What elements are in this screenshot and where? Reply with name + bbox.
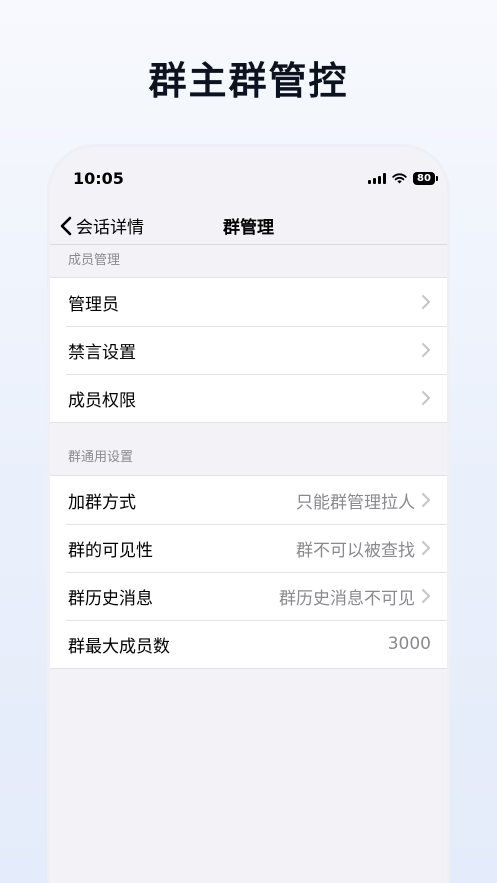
row-value: 群不可以被查找	[296, 540, 415, 561]
row-admins[interactable]: 管理员	[50, 278, 447, 326]
chevron-right-icon	[422, 541, 430, 555]
row-value: 只能群管理拉人	[296, 492, 415, 513]
row-history-messages[interactable]: 群历史消息 群历史消息不可见	[50, 572, 447, 620]
row-label: 群历史消息	[68, 588, 153, 609]
promo-title: 群主群管控	[148, 59, 349, 103]
settings-group-general: 加群方式 只能群管理拉人 群的可见性 群不可以被查找 群历史消息 群历史消息不可…	[50, 475, 447, 669]
status-bar: 10:05 80	[50, 147, 447, 209]
row-mute-settings[interactable]: 禁言设置	[50, 326, 447, 374]
row-member-permissions[interactable]: 成员权限	[50, 374, 447, 422]
row-join-method[interactable]: 加群方式 只能群管理拉人	[50, 476, 447, 524]
section-header-member-management: 成员管理	[68, 253, 121, 268]
wifi-icon	[392, 173, 407, 184]
row-label: 禁言设置	[68, 342, 136, 363]
row-max-members: 群最大成员数 3000	[50, 620, 447, 668]
cellular-signal-icon	[368, 173, 386, 184]
row-group-visibility[interactable]: 群的可见性 群不可以被查找	[50, 524, 447, 572]
chevron-right-icon	[422, 589, 430, 603]
chevron-right-icon	[422, 295, 430, 309]
phone-frame: 10:05 80 会话详情 群管理 成员管理 管理员 禁言设置 成员权限 群通用…	[47, 144, 450, 883]
row-label: 成员权限	[68, 390, 136, 411]
page-title: 群管理	[223, 218, 274, 238]
chevron-right-icon	[422, 343, 430, 357]
row-value: 群历史消息不可见	[279, 588, 415, 609]
row-label: 管理员	[68, 294, 119, 315]
settings-group-member-management: 管理员 禁言设置 成员权限	[50, 277, 447, 423]
section-header-general-settings: 群通用设置	[68, 450, 134, 465]
row-label: 加群方式	[68, 492, 136, 513]
status-icons: 80	[368, 172, 438, 185]
chevron-right-icon	[422, 493, 430, 507]
battery-icon: 80	[413, 172, 438, 185]
phone-screen: 10:05 80 会话详情 群管理 成员管理 管理员 禁言设置 成员权限 群通用…	[50, 147, 447, 883]
chevron-right-icon	[422, 391, 430, 405]
row-label: 群最大成员数	[68, 636, 170, 657]
row-label: 群的可见性	[68, 540, 153, 561]
row-value: 3000	[387, 634, 431, 654]
status-time: 10:05	[73, 169, 124, 188]
navigation-bar: 会话详情 群管理	[50, 209, 447, 245]
